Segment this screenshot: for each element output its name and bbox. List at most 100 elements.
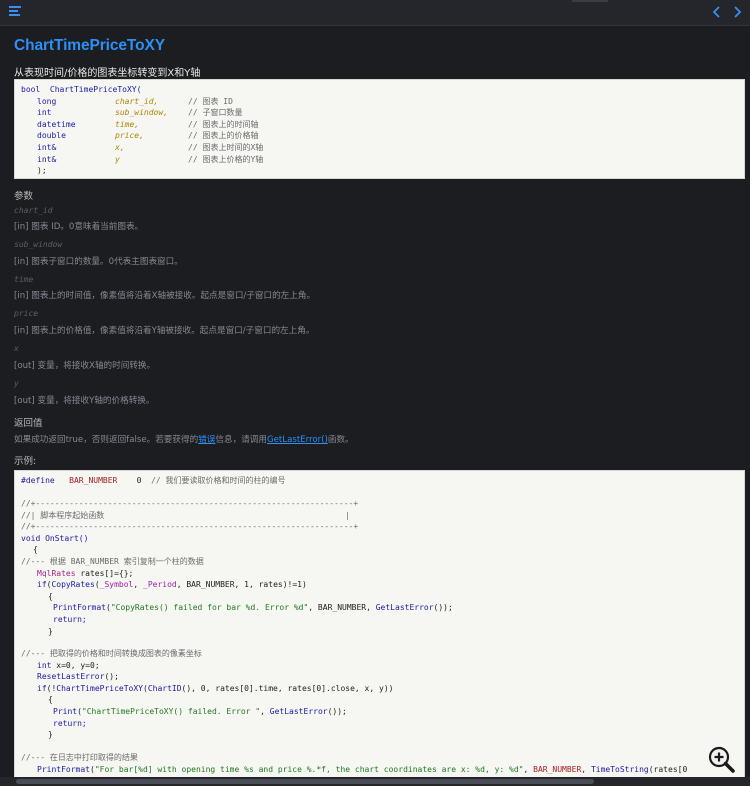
param-name: price, [115,131,144,141]
code-type: MqlRates [37,568,76,578]
code-comment: //+-------------------------------------… [21,522,359,532]
error-link[interactable]: 错误 [198,435,215,445]
code-brace: } [48,626,53,636]
param-comment: // 图表上的价格轴 [188,131,259,141]
param-description: [in] 图表上的价格值，像素值将沿着Y轴被接收。起点是窗口/子窗口的左上角。 [14,326,315,336]
return-text: 信息，请调用 [215,435,267,445]
param-comment: // 图表上的时间轴 [188,119,259,129]
param-name: x, [115,143,125,152]
chevron-right-icon[interactable] [730,5,744,19]
param-description: [in] 图表子窗口的数量。0代表主图表窗口。 [14,257,183,267]
signature-close: ); [37,166,47,176]
code-function: ResetLastError [37,672,105,682]
param-comment: // 图表上时间的X轴 [188,143,264,152]
code-text: , [581,764,591,774]
page-subtitle: 从表现时间/价格的图表坐标转变到X和Y轴 [14,68,201,79]
page-title: ChartTimePriceToXY [14,37,165,54]
param-description: [in] 图表上的时间值，像素值将沿着X轴被接收。起点是窗口/子窗口的左上角。 [14,291,316,301]
code-text: , [523,764,534,774]
code-text: x=0, y=0; [56,660,100,670]
code-text: (), 0, rates[0].time, rates[0].close, x,… [181,683,394,693]
param-label: x [14,344,19,353]
code-function: TimeToString [590,764,649,774]
code-brace: { [48,695,53,705]
param-label: time [14,275,34,284]
code-text: (); [104,672,119,682]
code-string: "CopyRates() failed for bar %d. Error %d… [110,603,309,613]
param-type: int [37,108,52,118]
code-predefined: _Symbol [99,580,134,590]
signature-code-block: bool ChartTimePriceToXY( long chart_id, … [14,79,745,179]
param-type: datetime [37,119,76,129]
code-text: (! [46,683,57,693]
param-name: y [115,154,120,164]
param-type: int& [37,154,57,164]
code-macro: BAR_NUMBER [533,764,582,774]
return-text: 如果成功返回true，否则返回false。若要获得的 [14,435,199,445]
code-brace: } [48,730,53,740]
code-brace: { [33,545,38,555]
code-comment: //--- 根据 BAR_NUMBER 索引复制一个柱的数据 [21,557,204,566]
code-function: GetLastError [375,603,434,613]
param-type: int& [37,143,57,152]
code-string: "For bar[%d] with opening time %s and pr… [94,764,524,774]
code-text: , [133,580,144,590]
code-keyword: return; [53,615,87,624]
top-bar [0,0,750,26]
scrollbar-thumb[interactable] [16,779,594,784]
getlasterror-link[interactable]: GetLastError() [267,435,328,445]
hamburger-icon[interactable] [9,6,21,18]
code-text: (rates[0 [648,764,688,774]
code-text: ()); [327,707,347,716]
param-label: chart_id [14,206,53,215]
param-name: time, [115,119,140,129]
code-function: ChartID [147,683,182,693]
param-label: y [14,379,19,388]
code-macro: BAR_NUMBER [69,476,118,485]
code-comment: //--- 在日志中打印取得的结果 [21,753,138,762]
params-heading: 参数 [14,191,34,202]
param-label: sub_window [14,240,63,249]
code-comment: // 我们要读取价格和时间的柱的编号 [151,476,286,485]
return-description: 如果成功返回true，否则返回false。若要获得的错误信息，请调用GetLas… [14,433,354,445]
code-function: CopyRates [51,580,95,590]
code-text: rates[]={}; [80,568,134,578]
param-description: [out] 变量，将接收X轴的时间转换。 [14,361,156,371]
code-keyword: if [37,683,47,693]
code-function: ChartTimePriceToXY [56,683,143,693]
code-text: , BAR_NUMBER, [308,603,376,613]
code-comment: //--- 把取得的价格和时间转换成图表的像素坐标 [21,649,202,658]
param-description: [out] 变量，将接收Y轴的价格转换。 [14,396,155,406]
code-keyword: #define [21,476,55,485]
code-text: , BAR_NUMBER, 1, rates)!=1) [176,580,307,590]
return-text: 函数。 [327,435,354,445]
code-text: ()); [433,603,453,613]
param-label: price [14,309,39,318]
param-comment: // 图表 ID [188,96,233,106]
return-type: bool [21,85,41,94]
example-code-block: #define BAR_NUMBER 0 // 我们要读取价格和时间的柱的编号 … [14,470,745,786]
code-function: Print [53,707,78,716]
code-function: OnStart() [45,533,89,543]
param-comment: // 图表上价格的Y轴 [188,154,264,164]
code-function: GetLastError [269,707,328,716]
code-string: "ChartTimePriceToXY() failed. Error " [81,707,261,716]
code-text: , [260,707,270,716]
code-keyword: int [37,660,52,670]
code-keyword: void [21,533,41,543]
chevron-left-icon[interactable] [710,5,724,19]
param-type: double [37,131,66,141]
code-keyword: if [37,580,47,590]
code-function: PrintFormat [53,603,106,613]
zoom-in-icon[interactable] [707,745,737,775]
code-predefined: _Period [143,580,177,590]
param-comment: // 子窗口数量 [188,108,243,118]
help-content: ChartTimePriceToXY 从表现时间/价格的图表坐标转变到X和Y轴 … [0,27,750,786]
example-heading: 示例: [14,456,37,467]
code-keyword: return; [53,718,87,728]
code-comment: //| 脚本程序起始函数 | [21,510,350,520]
code-brace: { [48,591,53,601]
horizontal-scrollbar[interactable] [0,777,750,786]
tab-indicator [572,0,608,2]
function-name: ChartTimePriceToXY( [49,85,142,94]
